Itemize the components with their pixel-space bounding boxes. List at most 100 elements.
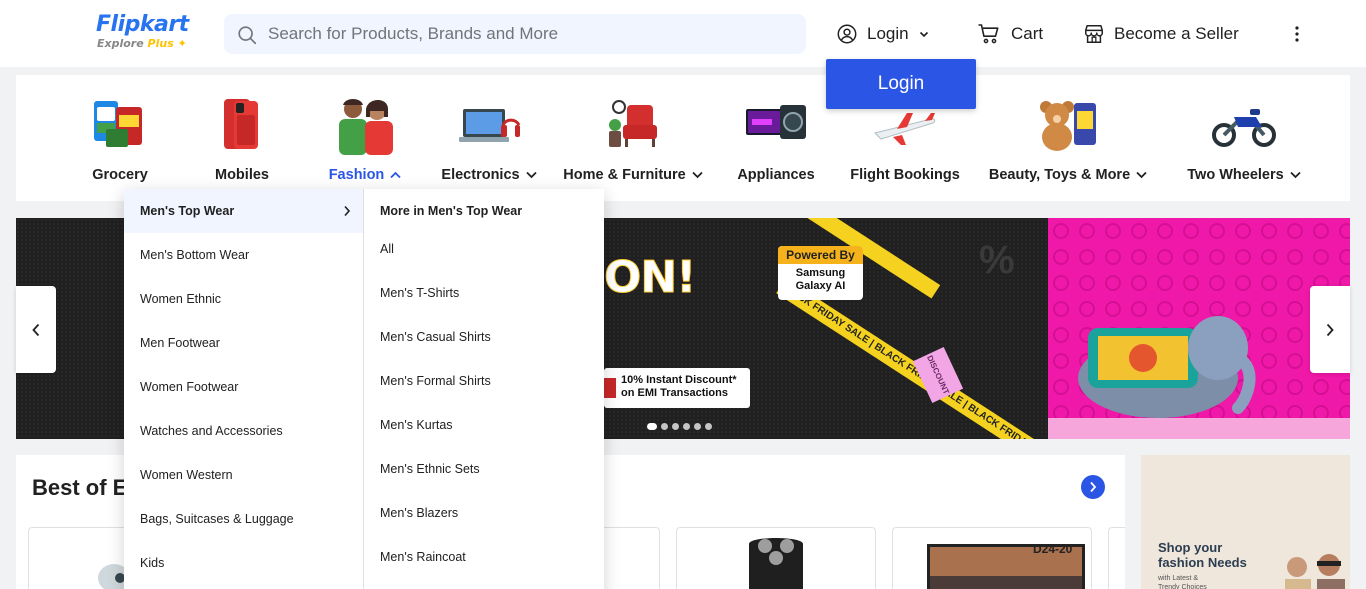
menu-item-men-footwear[interactable]: Men Footwear: [124, 321, 363, 365]
fashion-ad-card[interactable]: Shop your fashion Needs with Latest & Tr…: [1141, 455, 1350, 589]
menu-item-mens-bottom-wear[interactable]: Men's Bottom Wear: [124, 233, 363, 277]
submenu-item-label: Men's Formal Shirts: [380, 374, 491, 388]
submenu-item-all[interactable]: All: [364, 227, 604, 271]
search-icon: [238, 26, 257, 45]
submenu-title: More in Men's Top Wear: [380, 204, 523, 218]
logo-sub-explore: Explore: [97, 37, 144, 50]
search-input[interactable]: [268, 14, 798, 54]
chevron-down-icon: [1136, 171, 1147, 179]
submenu-item-casual-shirts[interactable]: Men's Casual Shirts: [364, 315, 604, 359]
submenu-item-label: Men's Raincoat: [380, 550, 466, 564]
submenu-item-kurtas[interactable]: Men's Kurtas: [364, 403, 604, 447]
category-electronics[interactable]: Electronics: [441, 75, 537, 201]
become-seller-link[interactable]: Become a Seller: [1083, 20, 1239, 48]
powered-by-badge: Powered By Samsung Galaxy AI: [778, 246, 863, 300]
search-bar[interactable]: [224, 14, 806, 54]
category-mobiles[interactable]: Mobiles: [210, 75, 274, 201]
models-photo-icon: [1285, 554, 1345, 589]
laptop-headphones-icon: [457, 93, 521, 157]
menu-item-women-western[interactable]: Women Western: [124, 453, 363, 497]
category-beauty-toys-more[interactable]: Beauty, Toys & More: [989, 75, 1147, 201]
section-next-button[interactable]: [1081, 475, 1105, 499]
carousel-dot[interactable]: [672, 422, 679, 430]
login-menu[interactable]: Login: [836, 20, 929, 48]
chevron-right-icon: [1326, 323, 1334, 336]
menu-item-label: Men's Bottom Wear: [140, 248, 250, 262]
fashion-dropdown-menu: Men's Top Wear Men's Bottom Wear Women E…: [124, 189, 604, 589]
submenu-item-raincoat[interactable]: Men's Raincoat: [364, 535, 604, 579]
menu-item-bags-luggage[interactable]: Bags, Suitcases & Luggage: [124, 497, 363, 541]
carousel-dot[interactable]: [661, 422, 668, 430]
category-label: Two Wheelers: [1187, 167, 1301, 183]
menu-item-watches-accessories[interactable]: Watches and Accessories: [124, 409, 363, 453]
vertical-dots-icon: [1295, 26, 1299, 42]
product-label: D24-20: [1033, 542, 1073, 556]
submenu-item-label: Men's Casual Shirts: [380, 330, 491, 344]
menu-item-label: Men Footwear: [140, 336, 220, 350]
menu-item-label: Kids: [140, 556, 165, 570]
chevron-down-icon: [692, 171, 703, 179]
menu-item-label: Women Ethnic: [140, 292, 222, 306]
menu-item-women-footwear[interactable]: Women Footwear: [124, 365, 363, 409]
banner-headline: ON!: [603, 252, 696, 304]
more-options-button[interactable]: [1287, 20, 1307, 48]
menu-item-label: Women Western: [140, 468, 233, 482]
flipkart-logo[interactable]: Flipkart Explore Plus ✦: [96, 12, 196, 56]
emi-offer-card: 10% Instant Discount* on EMI Transaction…: [604, 368, 750, 408]
category-label: Home & Furniture: [563, 167, 703, 183]
product-card[interactable]: [604, 527, 660, 589]
product-card[interactable]: [1108, 527, 1125, 589]
menu-item-women-ethnic[interactable]: Women Ethnic: [124, 277, 363, 321]
offer-line-1: 10% Instant Discount*: [621, 374, 737, 386]
section-title: Best of E: [32, 475, 128, 500]
carousel-dots: [647, 422, 712, 430]
category-label-text: Beauty, Toys & More: [988, 167, 1131, 183]
category-fashion[interactable]: Fashion: [328, 75, 402, 201]
carousel-prev-button[interactable]: [16, 286, 56, 373]
category-two-wheelers[interactable]: Two Wheelers: [1185, 75, 1303, 201]
store-icon: [1085, 25, 1103, 43]
carousel-dot-active[interactable]: [647, 422, 657, 430]
login-popup-button[interactable]: Login: [826, 59, 976, 109]
menu-item-label: Bags, Suitcases & Luggage: [140, 512, 294, 526]
carousel-dot[interactable]: [705, 422, 712, 430]
submenu-item-tshirts[interactable]: Men's T-Shirts: [364, 271, 604, 315]
percent-icon: %: [979, 238, 1015, 282]
submenu-item-formal-shirts[interactable]: Men's Formal Shirts: [364, 359, 604, 403]
banner-slide-elephant[interactable]: [1048, 218, 1350, 439]
submenu-item-label: Men's T-Shirts: [380, 286, 460, 300]
product-card[interactable]: [676, 527, 876, 589]
chevron-right-icon: [344, 205, 351, 217]
grocery-icon: [88, 93, 152, 157]
ad-headline: Shop your fashion Needs: [1158, 540, 1247, 570]
chevron-down-icon: [919, 31, 928, 38]
bank-logo-icon: [604, 378, 616, 398]
carousel-next-button[interactable]: [1310, 286, 1350, 373]
product-card[interactable]: D24-20: [892, 527, 1092, 589]
cart-label: Cart: [1011, 24, 1044, 43]
menu-item-label: Men's Top Wear: [140, 204, 235, 218]
submenu-item-label: All: [380, 242, 394, 256]
logo-text: Flipkart: [96, 12, 189, 37]
category-label-text: Home & Furniture: [563, 167, 686, 183]
cart-link[interactable]: Cart: [977, 20, 1043, 48]
trimmer-product-icon: [749, 538, 803, 589]
category-label: Flight Bookings: [850, 167, 960, 183]
category-appliances[interactable]: Appliances: [737, 75, 815, 201]
tv-appliance-icon: [744, 93, 808, 157]
category-label: Beauty, Toys & More: [989, 167, 1147, 183]
category-grocery[interactable]: Grocery: [86, 75, 154, 201]
menu-item-mens-top-wear[interactable]: Men's Top Wear: [124, 189, 363, 233]
submenu-item-label: Men's Ethnic Sets: [380, 462, 480, 476]
offer-line-2: on EMI Transactions: [621, 387, 728, 399]
menu-item-kids[interactable]: Kids: [124, 541, 363, 585]
category-label: Fashion: [329, 167, 402, 183]
category-home-furniture[interactable]: Home & Furniture: [563, 75, 703, 201]
category-label-text: Two Wheelers: [1187, 167, 1284, 183]
carousel-dot[interactable]: [683, 422, 690, 430]
category-label: Electronics: [441, 167, 537, 183]
submenu-item-label: Men's Kurtas: [380, 418, 453, 432]
submenu-item-ethnic-sets[interactable]: Men's Ethnic Sets: [364, 447, 604, 491]
carousel-dot[interactable]: [694, 422, 701, 430]
submenu-item-blazers[interactable]: Men's Blazers: [364, 491, 604, 535]
